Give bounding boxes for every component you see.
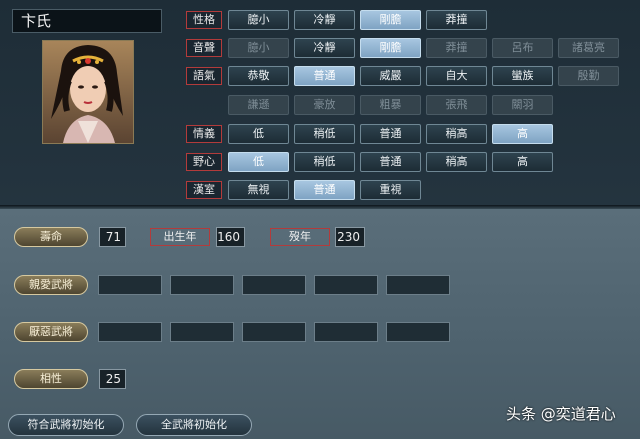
death-year-label: 歿年 [270, 228, 330, 246]
disliked-slot-1[interactable] [98, 322, 162, 342]
ambition-option-5[interactable]: 高 [492, 152, 553, 172]
watermark: 头条 @奕道君心 [506, 405, 616, 423]
voice-option-3[interactable]: 剛膽 [360, 38, 421, 58]
han-option-2[interactable]: 普通 [294, 180, 355, 200]
voice-option-1[interactable]: 臆小 [228, 38, 289, 58]
favored-slot-2[interactable] [170, 275, 234, 295]
loyalty-option-2[interactable]: 稍低 [294, 124, 355, 144]
ambition-option-4[interactable]: 稍高 [426, 152, 487, 172]
character-name: 卞氏 [12, 9, 162, 33]
voice-option-4[interactable]: 莽撞 [426, 38, 487, 58]
tone-option-1[interactable]: 恭敬 [228, 66, 289, 86]
birth-year-label: 出生年 [150, 228, 210, 246]
favored-slot-1[interactable] [98, 275, 162, 295]
personality-option-4[interactable]: 莽撞 [426, 10, 487, 30]
tone-extra-option-2[interactable]: 豪放 [294, 95, 355, 115]
favored-slot-3[interactable] [242, 275, 306, 295]
label-voice: 音聲 [186, 39, 222, 57]
loyalty-option-1[interactable]: 低 [228, 124, 289, 144]
label-personality: 性格 [186, 11, 222, 29]
label-ambition: 野心 [186, 153, 222, 171]
loyalty-option-3[interactable]: 普通 [360, 124, 421, 144]
ambition-option-2[interactable]: 稍低 [294, 152, 355, 172]
character-portrait [42, 40, 134, 144]
personality-option-3[interactable]: 剛膽 [360, 10, 421, 30]
tone-option-5[interactable]: 蠻族 [492, 66, 553, 86]
disliked-slot-2[interactable] [170, 322, 234, 342]
reset-matching-generals-button[interactable]: 符合武將初始化 [8, 414, 124, 436]
compatibility-value[interactable]: 25 [99, 369, 126, 389]
voice-option-6[interactable]: 諸葛亮 [558, 38, 619, 58]
disliked-slot-3[interactable] [242, 322, 306, 342]
han-option-3[interactable]: 重視 [360, 180, 421, 200]
voice-option-2[interactable]: 冷靜 [294, 38, 355, 58]
favored-slot-5[interactable] [386, 275, 450, 295]
personality-option-2[interactable]: 冷靜 [294, 10, 355, 30]
lifespan-value[interactable]: 71 [99, 227, 126, 247]
tone-extra-option-5[interactable]: 關羽 [492, 95, 553, 115]
death-year-value[interactable]: 230 [335, 227, 365, 247]
tone-option-4[interactable]: 自大 [426, 66, 487, 86]
tone-option-2[interactable]: 普通 [294, 66, 355, 86]
favored-generals-button[interactable]: 親愛武將 [14, 275, 88, 295]
loyalty-option-5[interactable]: 高 [492, 124, 553, 144]
lifespan-button[interactable]: 壽命 [14, 227, 88, 247]
disliked-slot-5[interactable] [386, 322, 450, 342]
ambition-option-1[interactable]: 低 [228, 152, 289, 172]
portrait-image [43, 41, 133, 143]
disliked-slot-4[interactable] [314, 322, 378, 342]
tone-option-3[interactable]: 威嚴 [360, 66, 421, 86]
tone-option-6[interactable]: 殷勤 [558, 66, 619, 86]
reset-all-generals-button[interactable]: 全武將初始化 [136, 414, 252, 436]
han-option-1[interactable]: 無視 [228, 180, 289, 200]
favored-slot-4[interactable] [314, 275, 378, 295]
voice-option-5[interactable]: 呂布 [492, 38, 553, 58]
tone-extra-option-1[interactable]: 謙遜 [228, 95, 289, 115]
label-tone: 語氣 [186, 67, 222, 85]
loyalty-option-4[interactable]: 稍高 [426, 124, 487, 144]
compatibility-button[interactable]: 相性 [14, 369, 88, 389]
label-han: 漢室 [186, 181, 222, 199]
tone-extra-option-4[interactable]: 張飛 [426, 95, 487, 115]
birth-year-value[interactable]: 160 [216, 227, 245, 247]
disliked-generals-button[interactable]: 厭惡武將 [14, 322, 88, 342]
personality-option-1[interactable]: 臆小 [228, 10, 289, 30]
label-loyalty: 情義 [186, 125, 222, 143]
tone-extra-option-3[interactable]: 粗暴 [360, 95, 421, 115]
ambition-option-3[interactable]: 普通 [360, 152, 421, 172]
